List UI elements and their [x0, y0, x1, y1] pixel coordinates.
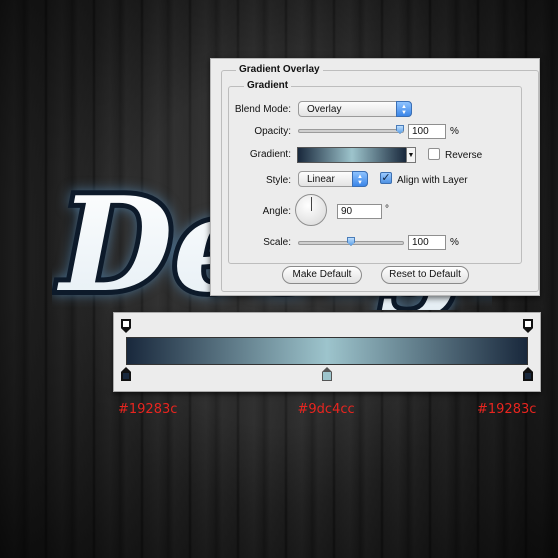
color-stop[interactable]: [121, 367, 131, 381]
style-value: Linear: [307, 174, 335, 185]
angle-unit: °: [385, 204, 389, 215]
gradient-picker[interactable]: [297, 147, 407, 163]
color-stop-hex-label: #9dc4cc: [297, 402, 355, 417]
align-with-layer-label: Align with Layer: [397, 175, 468, 186]
blend-mode-select[interactable]: Overlay ▲ ▼: [298, 101, 412, 117]
dialog-title: Gradient Overlay: [236, 64, 323, 75]
opacity-input[interactable]: 100: [408, 124, 446, 139]
opacity-stop-left[interactable]: [121, 319, 131, 333]
color-stop-hex-label: #19283c: [477, 402, 537, 417]
blend-mode-value: Overlay: [307, 104, 342, 115]
angle-dial-needle: [311, 197, 312, 211]
make-default-button[interactable]: Make Default: [282, 266, 362, 284]
style-select[interactable]: Linear ▲ ▼: [298, 171, 368, 187]
color-stop[interactable]: [523, 367, 533, 381]
color-stop[interactable]: [322, 367, 332, 381]
reverse-checkbox[interactable]: [428, 148, 440, 160]
opacity-stop-right[interactable]: [523, 319, 533, 333]
gradient-overlay-dialog: Gradient Overlay Gradient Blend Mode: Ov…: [210, 58, 540, 296]
gradient-bar: [126, 337, 528, 365]
reset-to-default-button[interactable]: Reset to Default: [381, 266, 469, 284]
gradient-dropdown-arrow-icon[interactable]: ▼: [406, 147, 416, 163]
opacity-label: Opacity:: [254, 126, 291, 137]
scale-input[interactable]: 100: [408, 235, 446, 250]
align-with-layer-checkbox[interactable]: ✓: [380, 172, 392, 184]
scale-unit: %: [450, 237, 459, 248]
color-stop-hex-label: #19283c: [118, 402, 178, 417]
select-arrows-icon: ▲ ▼: [352, 171, 368, 187]
scale-label: Scale:: [263, 237, 291, 248]
section-title: Gradient: [244, 80, 292, 91]
angle-dial[interactable]: [295, 194, 327, 226]
opacity-unit: %: [450, 126, 459, 137]
select-arrows-icon: ▲ ▼: [396, 101, 412, 117]
opacity-slider[interactable]: [298, 129, 404, 133]
gradient-label: Gradient:: [249, 149, 291, 160]
angle-label: Angle:: [262, 206, 291, 217]
style-label: Style:: [265, 175, 291, 186]
angle-input[interactable]: 90: [337, 204, 382, 219]
gradient-editor: [113, 312, 541, 392]
blend-mode-label: Blend Mode:: [234, 104, 291, 115]
reverse-label: Reverse: [445, 150, 483, 161]
